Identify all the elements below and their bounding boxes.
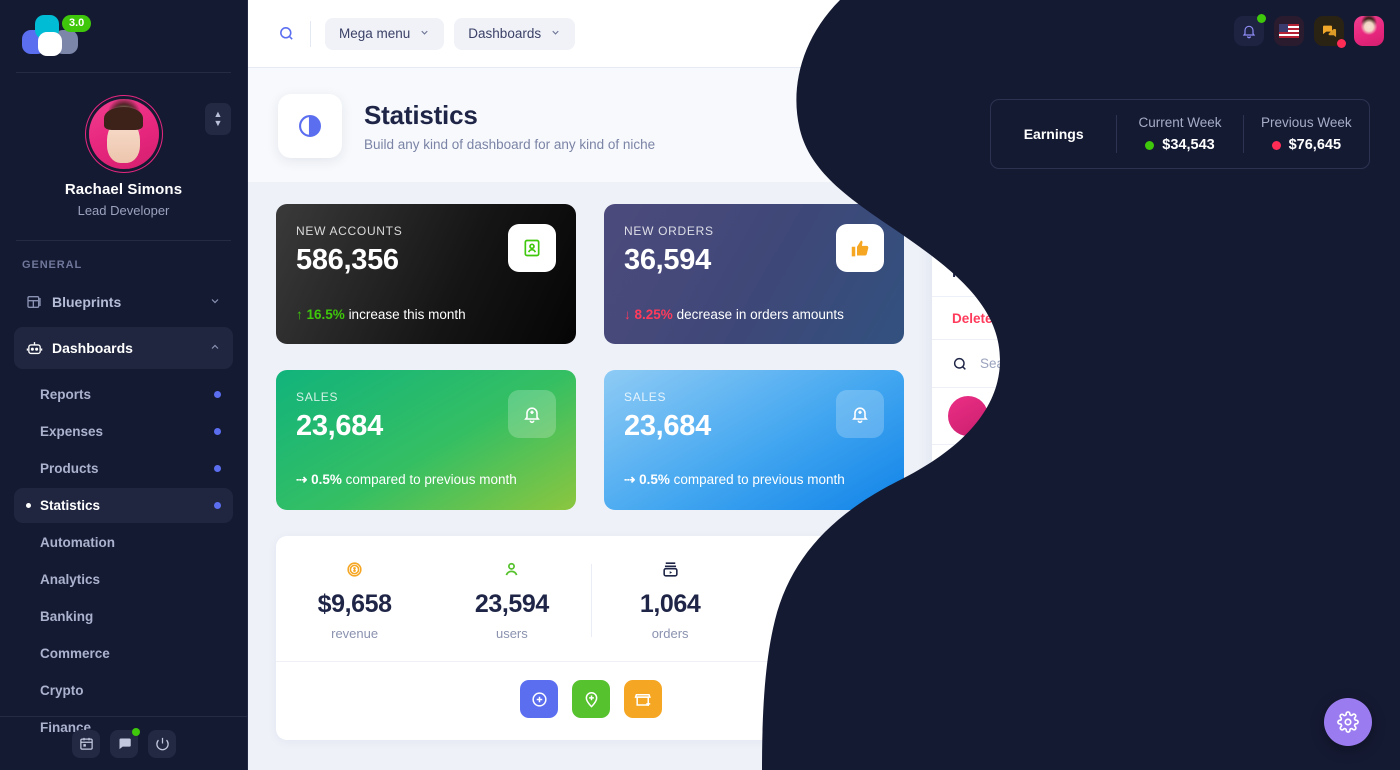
user-avatar[interactable]: [1354, 16, 1384, 46]
profile-name: Rachael Simons: [64, 181, 183, 198]
sidebar-item-label: Banking: [40, 609, 94, 624]
sidebar-item-label: Analytics: [40, 572, 101, 587]
earnings-previous-week: Previous Week $76,645: [1242, 115, 1369, 153]
status-dot: [214, 465, 221, 472]
status-dot: [214, 428, 221, 435]
sidebar-item-statistics[interactable]: Statistics: [14, 488, 233, 523]
sidebar-item-label: Automation: [40, 535, 115, 550]
status-dot: [132, 727, 140, 736]
sidebar-item-label: Products: [40, 461, 99, 476]
notification-badge: [1337, 39, 1346, 48]
sidebar-item-banking[interactable]: Banking: [14, 599, 233, 634]
logo[interactable]: 3.0: [0, 0, 247, 72]
avatar[interactable]: [88, 99, 159, 169]
messages-icon[interactable]: [1314, 16, 1346, 48]
status-dot: [1145, 140, 1155, 150]
notification-badge: [1257, 14, 1266, 23]
robot-icon: [26, 340, 52, 357]
sidebar-group-label: Blueprints: [52, 294, 122, 310]
sidebar-item-analytics[interactable]: Analytics: [14, 562, 233, 597]
gear-icon[interactable]: [1324, 698, 1372, 746]
earnings-current-label: Current Week: [1138, 115, 1222, 130]
sidebar: 3.0 Rachael Simons Lead Developer ▲ ▼ GEN…: [0, 0, 248, 770]
version-badge: 3.0: [62, 15, 92, 32]
profile-role: Lead Developer: [77, 203, 170, 218]
earnings-previous-value-wrap: $76,645: [1244, 137, 1369, 153]
bell-icon[interactable]: [1234, 14, 1266, 46]
flag-us-icon[interactable]: [1274, 16, 1304, 46]
sidebar-item-label: Commerce: [40, 646, 110, 661]
earnings-current-value-wrap: $34,543: [1117, 137, 1242, 153]
sidebar-group-label: Dashboards: [52, 340, 133, 356]
chat-icon[interactable]: [110, 727, 140, 758]
chevron-up-icon: [209, 341, 221, 356]
profile-block: Rachael Simons Lead Developer ▲ ▼: [0, 73, 247, 240]
status-dot: [214, 391, 221, 398]
earnings-current-value: $34,543: [1162, 137, 1215, 153]
sidebar-item-commerce[interactable]: Commerce: [14, 636, 233, 671]
sidebar-item-label: Crypto: [40, 683, 84, 698]
sidebar-group-blueprints[interactable]: Blueprints: [14, 281, 233, 323]
blueprint-icon: [26, 294, 52, 310]
sidebar-item-products[interactable]: Products: [14, 451, 233, 486]
sidebar-nav: GENERAL Blueprints Dashboards Reports Ex…: [0, 241, 247, 770]
topbar-icons: [1234, 14, 1384, 48]
status-dot: [214, 502, 221, 509]
sidebar-item-label: Reports: [40, 387, 92, 402]
sidebar-item-crypto[interactable]: Crypto: [14, 673, 233, 708]
earnings-panel: Earnings Current Week $34,543 Previous W…: [990, 99, 1370, 169]
earnings-current-week: Current Week $34,543: [1116, 115, 1242, 153]
sidebar-item-reports[interactable]: Reports: [14, 377, 233, 412]
app-root: 3.0 Rachael Simons Lead Developer ▲ ▼ GEN…: [0, 0, 1400, 770]
earnings-previous-label: Previous Week: [1261, 115, 1352, 130]
sidebar-subitems: Reports Expenses Products Statistics Aut…: [0, 377, 247, 770]
earnings-title: Earnings: [1023, 126, 1084, 142]
earnings-previous-value: $76,645: [1288, 137, 1342, 153]
sidebar-group-dashboards[interactable]: Dashboards: [14, 327, 233, 369]
dots-logo-icon: 3.0: [20, 15, 92, 57]
power-icon[interactable]: [148, 729, 176, 758]
chevron-down-icon: [209, 295, 221, 310]
sidebar-footer: [0, 716, 248, 770]
sidebar-item-label: Expenses: [40, 424, 104, 439]
calendar-icon[interactable]: [72, 729, 100, 758]
sidebar-item-expenses[interactable]: Expenses: [14, 414, 233, 449]
earnings-title-cell: Earnings: [991, 126, 1116, 142]
sidebar-item-label: Statistics: [40, 498, 101, 513]
status-dot: [1271, 140, 1281, 150]
nav-section-label: GENERAL: [22, 259, 83, 271]
sidebar-item-automation[interactable]: Automation: [14, 525, 233, 560]
chevron-up-down-icon[interactable]: ▲ ▼: [205, 103, 231, 135]
